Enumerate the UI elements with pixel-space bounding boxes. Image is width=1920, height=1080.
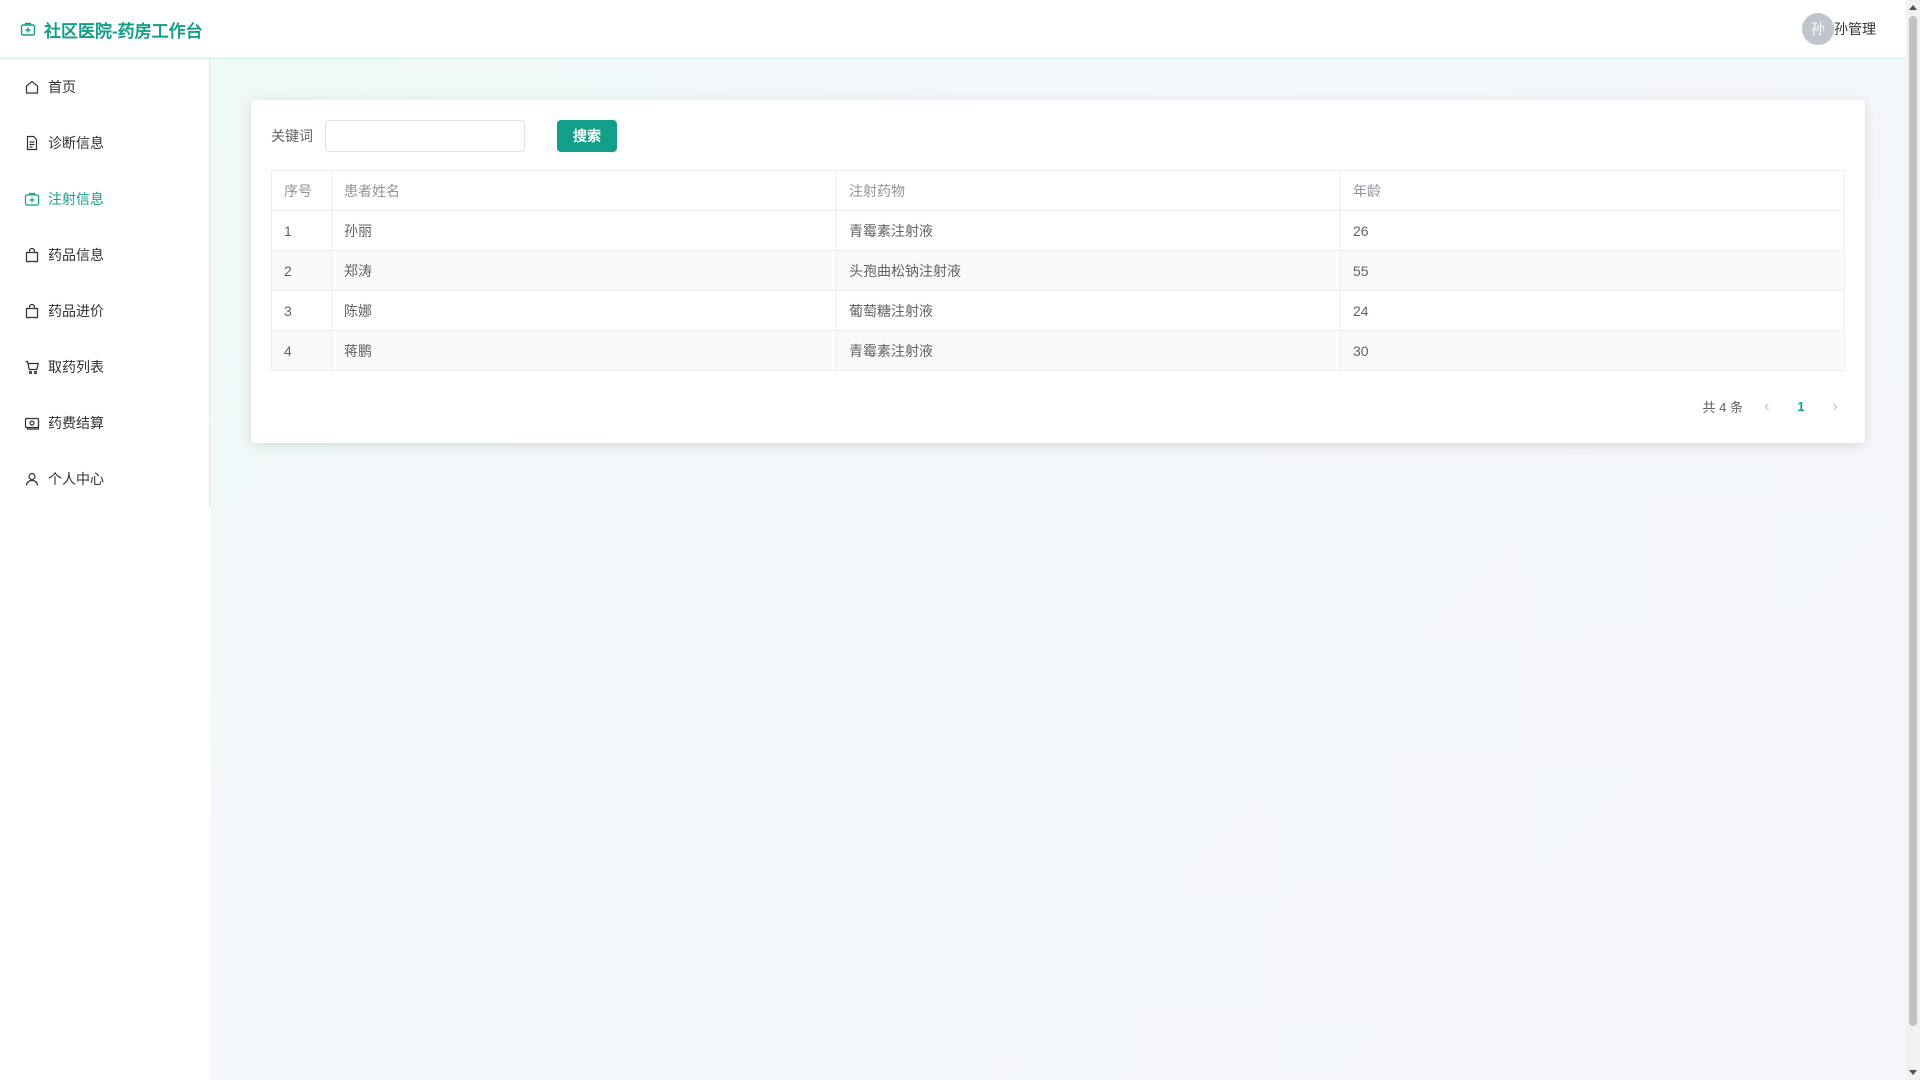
sidebar-item-settlement[interactable]: 药费结算 xyxy=(0,395,209,451)
top-header: 社区医院-药房工作台 孙 孙管理 xyxy=(0,0,1906,59)
cell-age: 26 xyxy=(1340,210,1845,251)
cell-index: 3 xyxy=(271,290,332,331)
sidebar-item-diagnosis[interactable]: 诊断信息 xyxy=(0,115,209,171)
money-icon xyxy=(24,417,40,430)
sidebar-item-label: 个人中心 xyxy=(48,471,104,487)
scroll-down-icon[interactable] xyxy=(1909,1070,1917,1075)
brand: 社区医院-药房工作台 xyxy=(20,17,203,42)
cell-patient-name: 孙丽 xyxy=(331,210,837,251)
table-row[interactable]: 2 郑涛 头孢曲松钠注射液 55 xyxy=(271,250,1845,291)
sidebar-item-label: 诊断信息 xyxy=(48,135,104,151)
pagination-page-1[interactable]: 1 xyxy=(1791,399,1811,414)
column-header-patient-name[interactable]: 患者姓名 xyxy=(331,170,837,211)
scrollbar-thumb[interactable] xyxy=(1909,16,1917,1026)
avatar[interactable]: 孙 xyxy=(1802,13,1834,45)
sidebar-filler xyxy=(0,507,210,1080)
cell-drug: 青霉素注射液 xyxy=(836,330,1341,371)
house-icon xyxy=(25,80,39,94)
column-header-age[interactable]: 年龄 xyxy=(1340,170,1845,211)
cell-drug: 青霉素注射液 xyxy=(836,210,1341,251)
chevron-left-icon[interactable]: ‹ xyxy=(1757,398,1777,416)
sidebar-item-label: 药品信息 xyxy=(48,247,104,263)
cell-index: 2 xyxy=(271,250,332,291)
column-header-index[interactable]: 序号 xyxy=(271,170,332,211)
chevron-right-icon[interactable]: › xyxy=(1825,398,1845,416)
first-aid-kit-icon xyxy=(20,22,36,36)
cell-index: 4 xyxy=(271,330,332,371)
sidebar-menu: 首页 诊断信息 注射信息 药品信息 药品进价 取药列表 药费结算 个人中心 xyxy=(0,59,210,507)
sidebar-item-pickup-list[interactable]: 取药列表 xyxy=(0,339,209,395)
cell-drug: 头孢曲松钠注射液 xyxy=(836,250,1341,291)
main-content: 关键词 搜索 序号 患者姓名 注射药物 年龄 1 孙丽 青霉素注射液 26 2 … xyxy=(211,59,1906,1080)
sidebar-item-injection[interactable]: 注射信息 xyxy=(0,171,209,227)
user-icon xyxy=(25,472,39,486)
page-scrollbar[interactable] xyxy=(1906,0,1920,1080)
shopping-bag-icon xyxy=(25,303,39,319)
content-card: 关键词 搜索 序号 患者姓名 注射药物 年龄 1 孙丽 青霉素注射液 26 2 … xyxy=(251,100,1865,443)
pagination: 共 4 条 ‹ 1 › xyxy=(1703,397,1845,416)
sidebar: 首页 诊断信息 注射信息 药品信息 药品进价 取药列表 药费结算 个人中心 xyxy=(0,59,210,1080)
cell-age: 55 xyxy=(1340,250,1845,291)
sidebar-item-label: 注射信息 xyxy=(48,191,104,207)
table-row[interactable]: 4 蒋鹏 青霉素注射液 30 xyxy=(271,330,1845,371)
cell-age: 30 xyxy=(1340,330,1845,371)
search-label: 关键词 xyxy=(271,128,313,144)
sidebar-item-label: 取药列表 xyxy=(48,359,104,375)
sidebar-item-label: 首页 xyxy=(48,79,76,95)
document-icon xyxy=(26,135,38,151)
user-name[interactable]: 孙管理 xyxy=(1834,19,1876,39)
search-input[interactable] xyxy=(325,120,525,152)
pagination-total: 共 4 条 xyxy=(1702,400,1743,415)
cell-drug: 葡萄糖注射液 xyxy=(836,290,1341,331)
sidebar-item-profile[interactable]: 个人中心 xyxy=(0,451,209,507)
sidebar-item-home[interactable]: 首页 xyxy=(0,59,209,115)
sidebar-item-drug-info[interactable]: 药品信息 xyxy=(0,227,209,283)
scroll-up-icon[interactable] xyxy=(1909,5,1917,10)
shopping-cart-icon xyxy=(25,360,40,375)
sidebar-item-label: 药品进价 xyxy=(48,303,104,319)
injection-table: 序号 患者姓名 注射药物 年龄 1 孙丽 青霉素注射液 26 2 郑涛 头孢曲松… xyxy=(271,170,1845,371)
app-title: 社区医院-药房工作台 xyxy=(44,21,203,41)
sidebar-item-drug-price[interactable]: 药品进价 xyxy=(0,283,209,339)
search-bar: 关键词 搜索 xyxy=(271,120,1845,152)
cell-patient-name: 蒋鹏 xyxy=(331,330,837,371)
shopping-bag-icon xyxy=(25,247,39,263)
table-row[interactable]: 3 陈娜 葡萄糖注射液 24 xyxy=(271,290,1845,331)
cell-index: 1 xyxy=(271,210,332,251)
search-button[interactable]: 搜索 xyxy=(557,120,617,152)
sidebar-item-label: 药费结算 xyxy=(48,415,104,431)
cell-age: 24 xyxy=(1340,290,1845,331)
cell-patient-name: 郑涛 xyxy=(331,250,837,291)
cell-patient-name: 陈娜 xyxy=(331,290,837,331)
table-row[interactable]: 1 孙丽 青霉素注射液 26 xyxy=(271,210,1845,251)
table-header-row: 序号 患者姓名 注射药物 年龄 xyxy=(271,170,1845,211)
first-aid-kit-icon xyxy=(24,192,40,206)
user-menu[interactable]: 孙 孙管理 xyxy=(1802,13,1876,45)
column-header-drug[interactable]: 注射药物 xyxy=(836,170,1341,211)
